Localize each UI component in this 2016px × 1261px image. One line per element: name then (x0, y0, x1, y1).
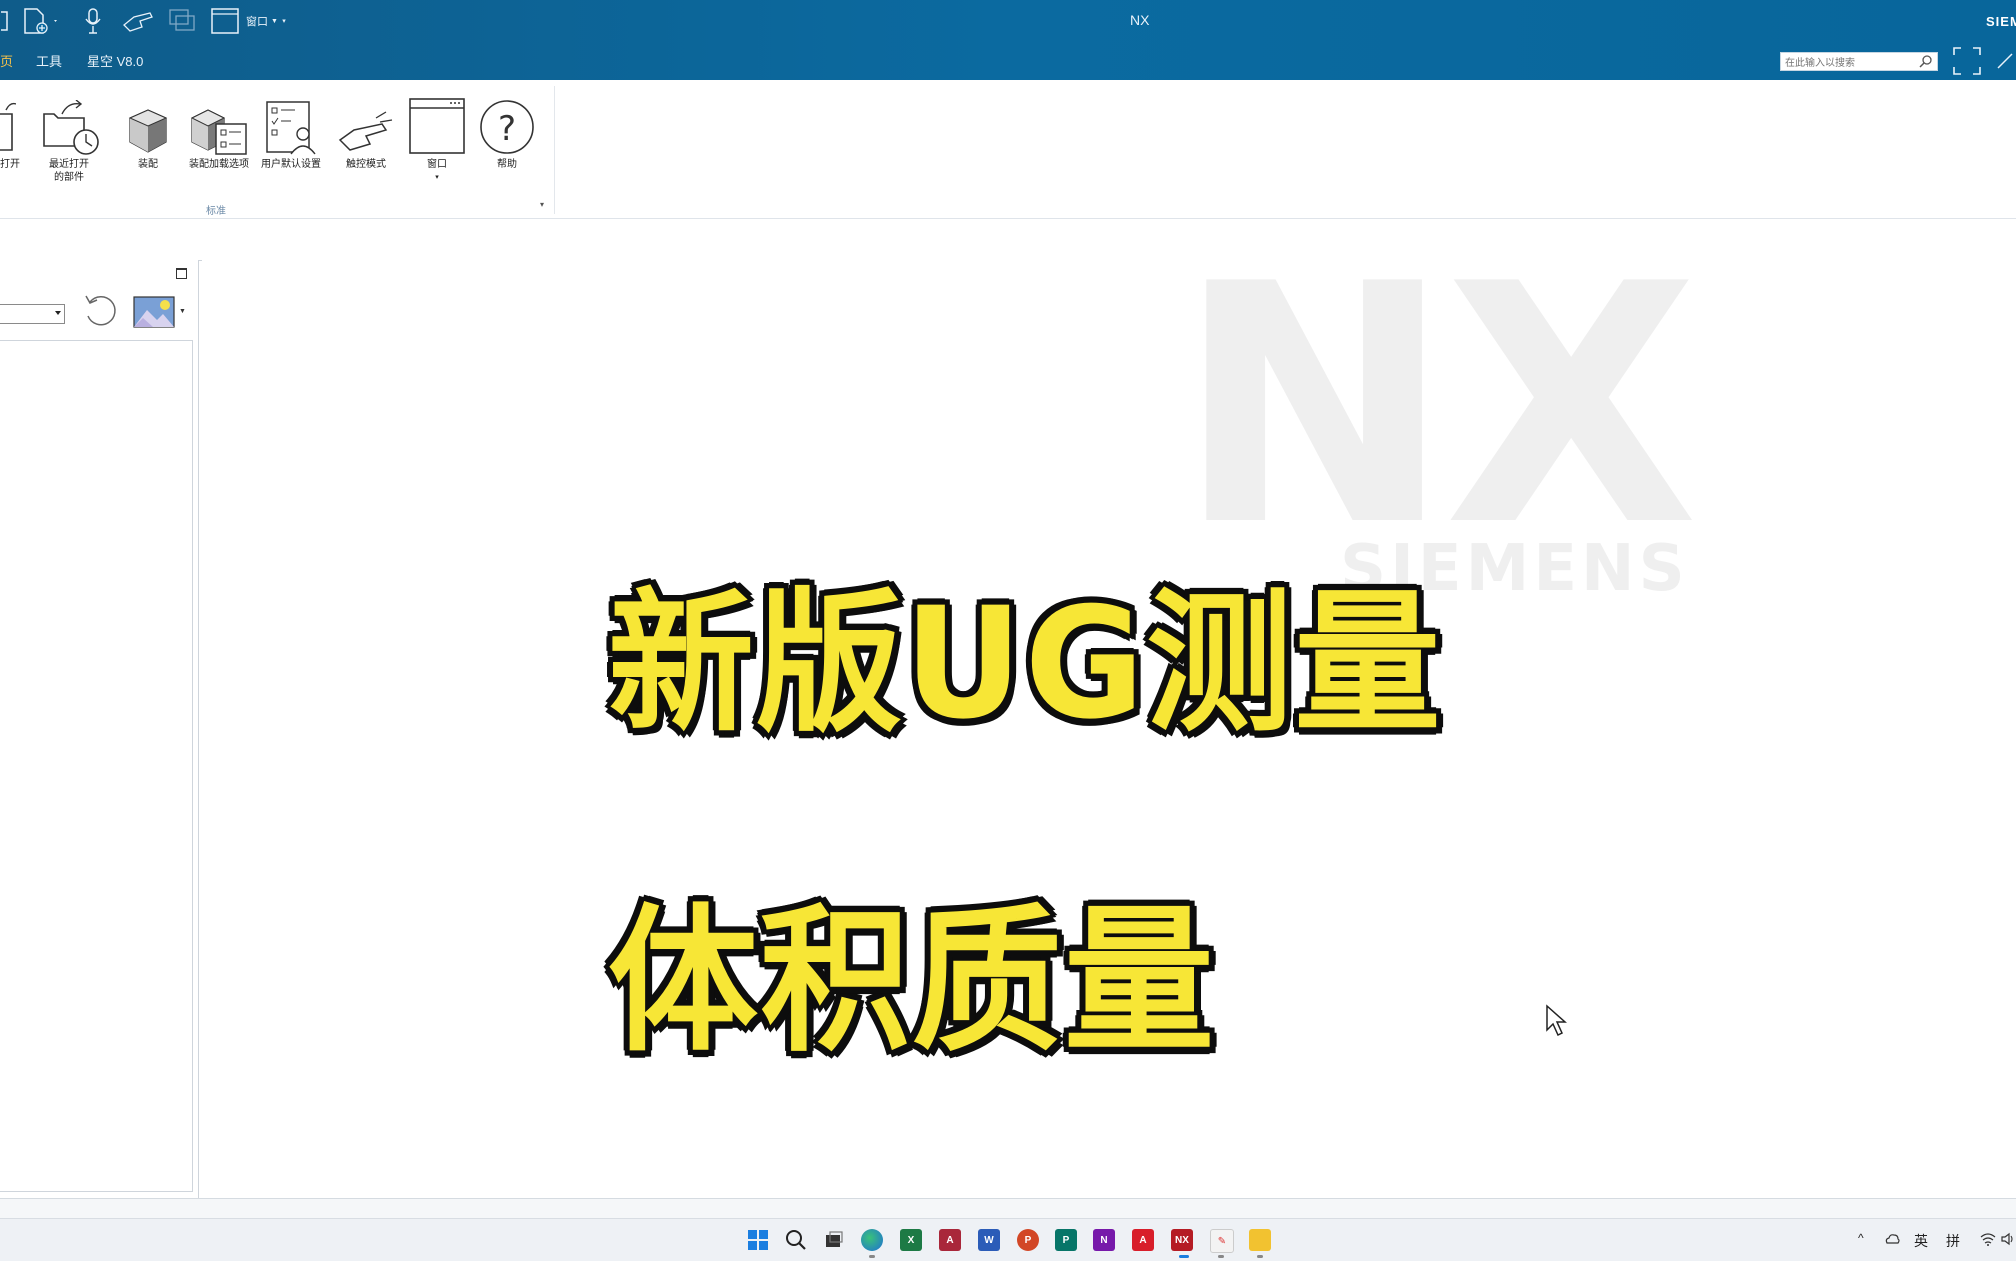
ime-mode[interactable]: 拼 (1946, 1231, 1960, 1251)
ribbon-user-defaults-label: 用户默认设置 (261, 159, 321, 170)
navigator-tree[interactable] (0, 340, 193, 1192)
windows-taskbar: X A W P P N A NX ✎ ^ 英 拼 (0, 1218, 2016, 1261)
tab-xingkong[interactable]: 星空 V8.0 (87, 51, 143, 70)
search-icon[interactable] (1919, 54, 1933, 73)
window-icon (406, 96, 468, 156)
wifi-icon[interactable] (1980, 1231, 1996, 1247)
chevron-down-icon: ▾ (435, 174, 439, 181)
overlay-title-line2: 体积质量 (605, 888, 1217, 1077)
top-border-bar (0, 219, 2016, 261)
full-screen-icon[interactable] (1952, 46, 1982, 76)
search-icon[interactable] (785, 1229, 807, 1251)
help-icon: ? (476, 96, 538, 156)
ribbon-assembly-load-options-button[interactable]: 装配加载选项 (186, 96, 252, 171)
assembly-icon (122, 96, 174, 156)
open-folder-icon (0, 96, 16, 156)
part-navigator-panel: ▼ (0, 260, 199, 1198)
collapse-ribbon-icon[interactable] (1996, 48, 2016, 74)
paint-icon[interactable]: ✎ (1210, 1229, 1234, 1253)
microphone-icon[interactable] (82, 6, 104, 36)
ribbon-assembly-label: 装配 (138, 159, 158, 170)
ribbon-assembly-button[interactable]: 装配 (122, 96, 174, 171)
file-explorer-icon[interactable] (1249, 1229, 1271, 1251)
ribbon: 打开 最近打开 的部件 装配 装配加载选项 用户默认设置 触控模式 窗口 ▾ ?… (0, 80, 2016, 219)
running-indicator (1257, 1255, 1263, 1258)
search-input[interactable] (1781, 55, 1915, 72)
tab-home[interactable]: 页 (0, 51, 13, 70)
chevron-down-icon (55, 311, 61, 315)
cloud-icon[interactable] (1884, 1231, 1900, 1247)
save-icon[interactable] (0, 6, 10, 36)
window-dropdown[interactable]: 窗口 ▼ (242, 6, 282, 36)
word-icon[interactable]: W (978, 1229, 1000, 1251)
ribbon-touch-mode-label: 触控模式 (346, 159, 386, 170)
chevron-down-icon: ▼ (271, 17, 278, 25)
active-indicator (1179, 1255, 1189, 1258)
multi-window-icon[interactable] (168, 6, 198, 36)
ribbon-group-label: 标准 (206, 206, 226, 217)
customize-qat-icon[interactable]: ▾ (278, 6, 290, 36)
image-icon[interactable] (133, 296, 175, 328)
autocad-icon[interactable]: A (1132, 1229, 1154, 1251)
edge-icon[interactable] (861, 1229, 883, 1251)
touch-mode-icon[interactable] (122, 6, 154, 36)
status-bar (0, 1198, 2016, 1219)
touch-mode-icon (336, 96, 396, 156)
running-indicator (869, 1255, 875, 1258)
ribbon-open-button[interactable]: 打开 (0, 96, 20, 171)
ribbon-open-label: 打开 (0, 159, 20, 170)
window-dropdown-label: 窗口 (246, 16, 269, 28)
graphics-window[interactable]: NX SIEMENS 新版UG测量 体积质量 (202, 260, 2016, 1198)
window-icon[interactable] (210, 6, 240, 36)
volume-icon[interactable] (2000, 1231, 2016, 1247)
access-icon[interactable]: A (939, 1229, 961, 1251)
recent-parts-icon (38, 96, 100, 156)
user-defaults-icon (258, 96, 324, 156)
ribbon-recent-parts-button[interactable]: 最近打开 的部件 (38, 96, 100, 184)
title-bar: 窗口 ▼ ▾ NX SIEMENS 页 工具 星空 V8.0 (0, 0, 2016, 80)
mouse-cursor-icon (1545, 1004, 1569, 1038)
svg-text:?: ? (498, 109, 516, 149)
nx-icon[interactable]: NX (1171, 1229, 1193, 1251)
group-expander-icon[interactable]: ▾ (540, 200, 544, 209)
new-file-icon[interactable] (22, 6, 60, 36)
powerpoint-icon[interactable]: P (1017, 1229, 1039, 1251)
assembly-load-options-icon (186, 96, 252, 156)
ribbon-recent-parts-label: 最近打开 的部件 (49, 159, 89, 183)
task-view-icon[interactable] (823, 1229, 845, 1251)
ime-language[interactable]: 英 (1914, 1231, 1928, 1251)
undo-icon[interactable] (80, 290, 120, 330)
ribbon-separator (554, 86, 555, 214)
onenote-icon[interactable]: N (1093, 1229, 1115, 1251)
tab-tools[interactable]: 工具 (36, 51, 62, 70)
ribbon-touch-mode-button[interactable]: 触控模式 (336, 96, 396, 171)
publisher-icon[interactable]: P (1055, 1229, 1077, 1251)
ribbon-help-label: 帮助 (497, 159, 517, 170)
ribbon-user-defaults-button[interactable]: 用户默认设置 (258, 96, 324, 171)
command-search[interactable] (1780, 52, 1938, 73)
navigator-filter-select[interactable] (0, 304, 65, 324)
ribbon-window-button[interactable]: 窗口 ▾ (406, 96, 468, 184)
excel-icon[interactable]: X (900, 1229, 922, 1251)
start-icon[interactable] (747, 1229, 769, 1251)
chevron-down-icon[interactable]: ▼ (179, 308, 186, 315)
overlay-title-line1: 新版UG测量 (605, 572, 1443, 757)
ribbon-assembly-load-options-label: 装配加载选项 (189, 159, 249, 170)
brand-logo: SIEMENS (1986, 14, 2016, 29)
app-title: NX (1130, 12, 1150, 28)
ribbon-window-label: 窗口 (427, 159, 447, 170)
maximize-panel-icon[interactable] (176, 268, 187, 279)
running-indicator (1218, 1255, 1224, 1258)
show-hidden-icons-icon[interactable]: ^ (1858, 1231, 1864, 1245)
ribbon-help-button[interactable]: ? 帮助 (476, 96, 538, 171)
